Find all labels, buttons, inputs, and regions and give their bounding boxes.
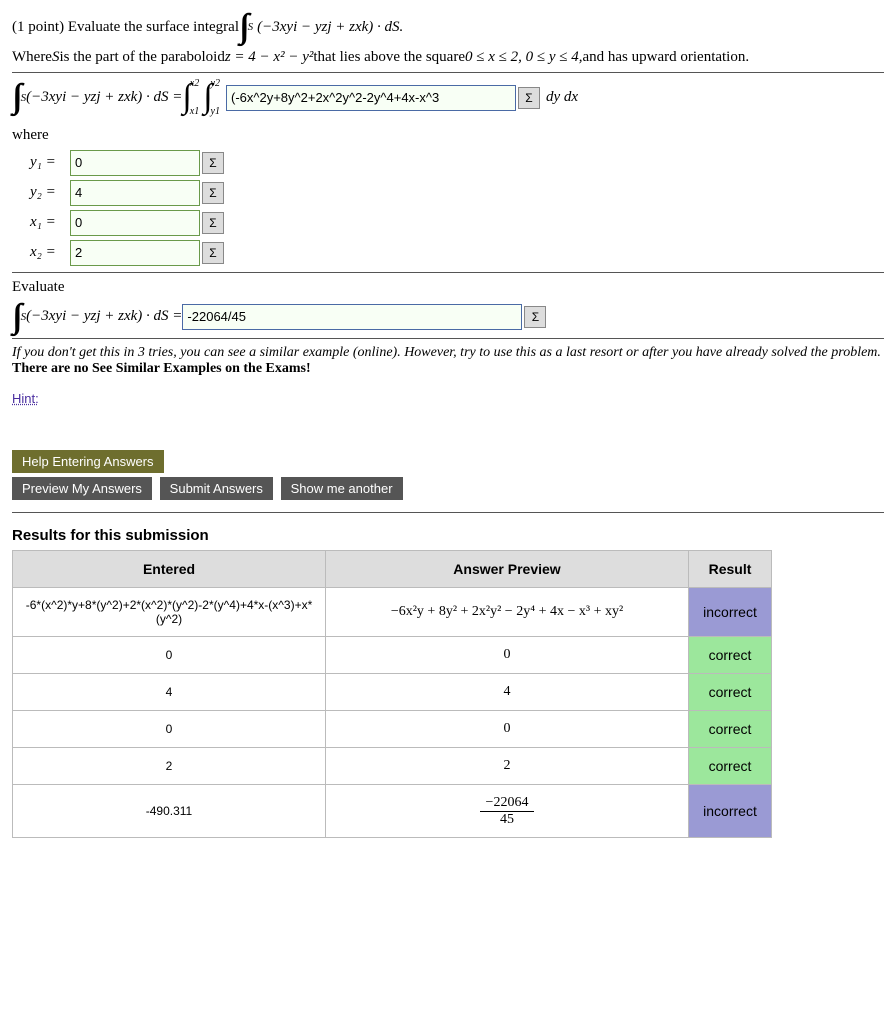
table-row: 00correct — [13, 711, 772, 748]
results-table: Entered Answer Preview Result -6*(x^2)*y… — [12, 550, 772, 838]
show-another-button[interactable]: Show me another — [281, 477, 403, 500]
limits-group: y₁ = Σ y₂ = Σ x₁ = Σ x₂ = Σ — [30, 150, 884, 266]
note-bold: There are no See Similar Examples on the… — [12, 361, 311, 376]
y2-input[interactable] — [70, 180, 200, 206]
table-row: 44correct — [13, 674, 772, 711]
entered-cell: -490.311 — [13, 785, 326, 838]
entered-cell: 2 — [13, 748, 326, 785]
entered-cell: -6*(x^2)*y+8*(y^2)+2*(x^2)*(y^2)-2*(y^4)… — [13, 588, 326, 637]
result-cell: incorrect — [689, 588, 772, 637]
where-text3: that lies above the square — [313, 49, 465, 66]
where-label: where — [12, 127, 884, 144]
sigma-button[interactable]: Σ — [524, 306, 546, 328]
y2-row: y₂ = Σ — [30, 180, 884, 206]
preview-cell: 0 — [326, 637, 689, 674]
integral-sub: S — [248, 21, 254, 33]
divider — [12, 512, 884, 513]
double-integral-3: ∫∫ S — [12, 302, 26, 333]
results-header: Results for this submission — [12, 527, 884, 544]
where-S: S — [52, 49, 60, 66]
table-row: -490.311−2206445incorrect — [13, 785, 772, 838]
double-integral: ∫∫ S — [239, 12, 253, 43]
divider — [12, 72, 884, 73]
col-preview: Answer Preview — [326, 551, 689, 588]
integral-icon: ∫∫ — [12, 82, 21, 113]
result-cell: correct — [689, 674, 772, 711]
y1-row: y₁ = Σ — [30, 150, 884, 176]
range: 0 ≤ x ≤ 2, 0 ≤ y ≤ 4, — [465, 49, 583, 66]
eval-lhs: (−3xyi − yzj + zxk) · dS = — [26, 308, 182, 325]
y2-label: y₂ = — [30, 184, 70, 201]
table-row: 22correct — [13, 748, 772, 785]
question-line: (1 point) Evaluate the surface integral … — [12, 12, 884, 43]
entered-cell: 4 — [13, 674, 326, 711]
preview-cell: 0 — [326, 711, 689, 748]
question-prefix: (1 point) Evaluate the surface integral — [12, 19, 239, 36]
preview-cell: −2206445 — [326, 785, 689, 838]
sigma-button[interactable]: Σ — [202, 182, 224, 204]
where-text4: and has upward orientation. — [582, 49, 749, 66]
z-eq: z = 4 − x² − y² — [225, 49, 314, 66]
table-row: -6*(x^2)*y+8*(y^2)+2*(x^2)*(y^2)-2*(y^4)… — [13, 588, 772, 637]
preview-cell: 4 — [326, 674, 689, 711]
x2-input[interactable] — [70, 240, 200, 266]
integral-icon: ∫∫ — [12, 302, 21, 333]
result-cell: correct — [689, 748, 772, 785]
result-cell: incorrect — [689, 785, 772, 838]
sigma-button[interactable]: Σ — [202, 242, 224, 264]
x2-row: x₂ = Σ — [30, 240, 884, 266]
sigma-button[interactable]: Σ — [518, 87, 540, 109]
preview-cell: 2 — [326, 748, 689, 785]
vector-field: (−3xyi − yzj + zxk) · dS. — [257, 19, 403, 36]
where-text2: is the part of the paraboloid — [59, 49, 224, 66]
help-entering-answers-button[interactable]: Help Entering Answers — [12, 450, 164, 473]
submit-answers-button[interactable]: Submit Answers — [160, 477, 273, 500]
divider — [12, 272, 884, 273]
result-cell: correct — [689, 637, 772, 674]
evaluate-label: Evaluate — [12, 279, 884, 296]
evaluate-line: ∫∫ S (−3xyi − yzj + zxk) · dS = Σ — [12, 302, 884, 333]
preview-cell: −6x²y + 8y² + 2x²y² − 2y⁴ + 4x − x³ + xy… — [326, 588, 689, 637]
x1-label: x₁ = — [30, 214, 70, 231]
x1-row: x₁ = Σ — [30, 210, 884, 236]
x2-label: x₂ = — [30, 244, 70, 261]
sigma-button[interactable]: Σ — [202, 212, 224, 234]
int-y: ∫ y2 y1 — [203, 79, 220, 117]
col-result: Result — [689, 551, 772, 588]
entered-cell: 0 — [13, 711, 326, 748]
where-line: Where S is the part of the paraboloid z … — [12, 49, 884, 66]
x1-input[interactable] — [70, 210, 200, 236]
preview-answers-button[interactable]: Preview My Answers — [12, 477, 152, 500]
col-entered: Entered — [13, 551, 326, 588]
dydx: dy dx — [546, 89, 578, 106]
sigma-button[interactable]: Σ — [202, 152, 224, 174]
double-integral-2: ∫∫ S — [12, 82, 26, 113]
integrand-input[interactable] — [226, 85, 516, 111]
y1-input[interactable] — [70, 150, 200, 176]
divider — [12, 338, 884, 339]
lhs: (−3xyi − yzj + zxk) · dS = — [26, 89, 182, 106]
hint-link[interactable]: Hint: — [12, 391, 39, 406]
eval-input[interactable] — [182, 304, 522, 330]
int-y-limits: y2 y1 — [211, 79, 220, 117]
integral-setup: ∫∫ S (−3xyi − yzj + zxk) · dS = ∫ x2 x1 … — [12, 79, 884, 117]
note: If you don't get this in 3 tries, you ca… — [12, 345, 884, 377]
result-cell: correct — [689, 711, 772, 748]
table-row: 00correct — [13, 637, 772, 674]
y1-label: y₁ = — [30, 154, 70, 171]
button-row-2: Preview My Answers Submit Answers Show m… — [12, 477, 884, 500]
int-x: ∫ x2 x1 — [182, 79, 199, 117]
entered-cell: 0 — [13, 637, 326, 674]
integral-icon: ∫∫ — [239, 12, 248, 43]
button-row-1: Help Entering Answers — [12, 450, 884, 473]
where-text1: Where — [12, 49, 52, 66]
int-x-limits: x2 x1 — [190, 79, 199, 117]
